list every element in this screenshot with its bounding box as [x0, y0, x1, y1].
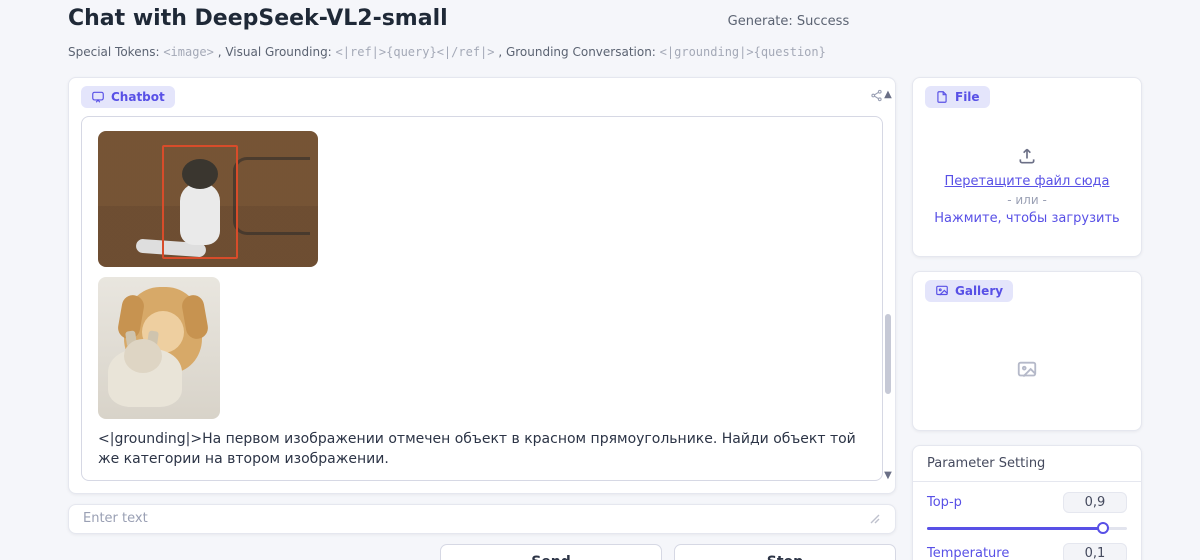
chatbot-badge-label: Chatbot: [111, 90, 165, 104]
scroll-thumb[interactable]: [885, 314, 891, 394]
file-drop-line2: Нажмите, чтобы загрузить: [934, 211, 1119, 226]
file-panel: File Перетащите файл сюда - или - Нажмит…: [912, 77, 1142, 257]
file-badge: File: [925, 86, 990, 108]
tokens-code-ref: <|ref|>{query}<|/ref|>: [336, 45, 495, 59]
chatbot-badge: Chatbot: [81, 86, 175, 108]
file-drop-or: - или -: [1007, 193, 1047, 207]
header: Chat with DeepSeek-VL2-small Generate: S…: [0, 0, 1200, 59]
tokens-code-image: <image>: [163, 45, 214, 59]
top-p-value[interactable]: 0,9: [1063, 492, 1127, 513]
scroll-down-icon[interactable]: ▼: [883, 471, 893, 481]
chat-icon: [91, 90, 105, 104]
grounding-bbox: [162, 145, 238, 259]
gallery-badge-label: Gallery: [955, 284, 1003, 298]
resize-icon[interactable]: [869, 513, 881, 525]
tokens-prefix: Special Tokens:: [68, 45, 163, 59]
gallery-icon: [935, 284, 949, 298]
top-p-knob[interactable]: [1097, 522, 1109, 534]
parameter-panel: Parameter Setting Top-p 0,9 Temperature …: [912, 445, 1142, 560]
tokens-code-grounding: <|grounding|>{question}: [660, 45, 826, 59]
text-input-panel[interactable]: Enter text: [68, 504, 896, 534]
file-badge-label: File: [955, 90, 980, 104]
chat-image-1[interactable]: [98, 131, 318, 267]
gallery-panel: Gallery: [912, 271, 1142, 431]
gallery-empty[interactable]: [913, 310, 1141, 430]
special-tokens-line: Special Tokens: <image> , Visual Groundi…: [68, 45, 1132, 59]
image-placeholder-icon: [1016, 359, 1038, 381]
file-dropzone[interactable]: Перетащите файл сюда - или - Нажмите, чт…: [913, 116, 1141, 256]
top-p-label: Top-p: [927, 495, 962, 510]
tokens-mid1: , Visual Grounding:: [218, 45, 336, 59]
chat-body: <|grounding|>На первом изображении отмеч…: [81, 116, 883, 481]
chat-scrollbar[interactable]: ▲ ▼: [883, 90, 893, 481]
temperature-value[interactable]: 0,1: [1063, 543, 1127, 560]
app-root: Chat with DeepSeek-VL2-small Generate: S…: [0, 0, 1200, 560]
page-title: Chat with DeepSeek-VL2-small: [68, 6, 448, 31]
generate-status: Generate: Success: [728, 14, 850, 29]
temperature-label: Temperature: [927, 546, 1009, 560]
file-icon: [935, 90, 949, 104]
tokens-mid2: , Grounding Conversation:: [498, 45, 659, 59]
chatbot-panel: Chatbot <|ground: [68, 77, 896, 494]
top-p-slider[interactable]: [927, 521, 1127, 535]
send-button[interactable]: Send: [440, 544, 662, 560]
gallery-badge: Gallery: [925, 280, 1013, 302]
parameter-heading: Parameter Setting: [913, 446, 1141, 482]
action-buttons: Send Stop: [68, 544, 896, 560]
text-input-placeholder[interactable]: Enter text: [83, 511, 148, 526]
share-icon[interactable]: [870, 89, 883, 105]
file-drop-line1: Перетащите файл сюда: [945, 174, 1110, 189]
stop-button[interactable]: Stop: [674, 544, 896, 560]
chat-message-text: <|grounding|>На первом изображении отмеч…: [98, 429, 866, 470]
chat-image-2[interactable]: [98, 277, 220, 419]
scroll-up-icon[interactable]: ▲: [883, 90, 893, 100]
upload-icon: [1017, 146, 1037, 166]
